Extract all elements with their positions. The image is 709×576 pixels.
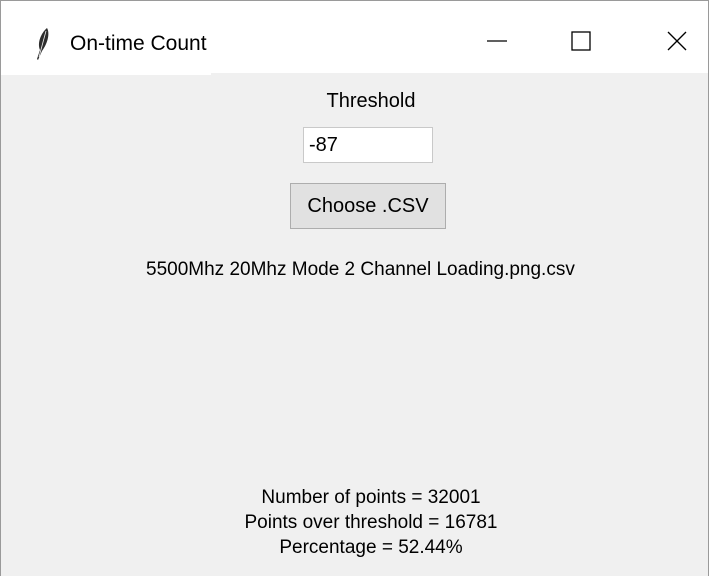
percentage-text: Percentage = 52.44%	[279, 537, 463, 558]
minimize-icon	[485, 29, 509, 58]
close-button[interactable]	[647, 21, 707, 65]
choose-csv-button[interactable]: Choose .CSV	[290, 183, 446, 229]
threshold-input[interactable]	[303, 127, 433, 163]
client-area: Threshold Choose .CSV 5500Mhz 20Mhz Mode…	[1, 75, 708, 576]
selected-file-label: 5500Mhz 20Mhz Mode 2 Channel Loading.png…	[146, 259, 575, 280]
minimize-button[interactable]	[467, 21, 527, 65]
results-panel: Number of points = 32001 Points over thr…	[181, 485, 561, 560]
points-count-text: Number of points = 32001	[261, 487, 481, 508]
maximize-icon	[569, 29, 593, 58]
maximize-button[interactable]	[551, 21, 611, 65]
app-window: On-time Count Threshold -87 Choose .CSV …	[0, 0, 709, 576]
points-over-threshold-text: Points over threshold = 16781	[244, 512, 498, 533]
window-title: On-time Count	[70, 32, 207, 55]
feather-icon	[35, 27, 51, 61]
title-bar[interactable]: On-time Count	[1, 1, 708, 73]
threshold-label: Threshold	[326, 90, 416, 112]
close-icon	[665, 29, 689, 58]
